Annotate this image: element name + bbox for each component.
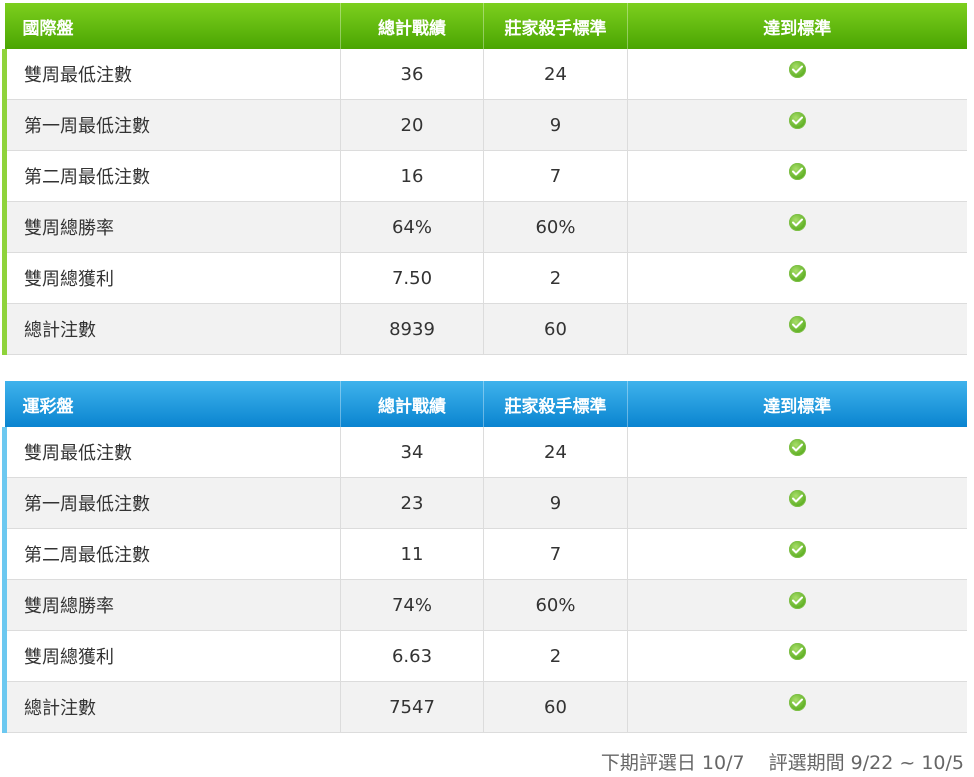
table-title: 國際盤 (4, 3, 341, 49)
row-label: 雙周總獲利 (2, 630, 341, 682)
table-row: 雙周總勝率 74% 60% (2, 579, 967, 631)
check-circle-icon (788, 592, 806, 609)
table-row: 雙周最低注數 34 24 (2, 427, 967, 478)
table-row: 第一周最低注數 20 9 (2, 99, 967, 151)
check-circle-icon (788, 643, 806, 660)
check-circle-icon (788, 541, 806, 558)
standard-cell: 60 (483, 303, 628, 355)
table-row: 雙周最低注數 36 24 (2, 49, 967, 100)
column-header-total: 總計戰績 (340, 381, 484, 427)
check-circle-icon (788, 694, 806, 711)
column-header-achieved: 達到標準 (627, 381, 967, 427)
row-label: 總計注數 (2, 303, 341, 355)
international-odds-table: 國際盤 總計戰績 莊家殺手標準 達到標準 雙周最低注數 36 24 第一周最低注數 20… (2, 3, 967, 355)
table-row: 第二周最低注數 11 7 (2, 528, 967, 580)
achieved-cell (627, 99, 967, 151)
table-header-row: 國際盤 總計戰績 莊家殺手標準 達到標準 (4, 3, 967, 49)
achieved-cell (627, 579, 967, 631)
achieved-cell (627, 252, 967, 304)
standard-cell: 60% (483, 579, 628, 631)
achieved-cell (627, 681, 967, 733)
achieved-cell (627, 528, 967, 580)
row-label: 第一周最低注數 (2, 477, 341, 529)
column-header-achieved: 達到標準 (627, 3, 967, 49)
check-circle-icon (788, 61, 806, 78)
sports-lottery-table: 運彩盤 總計戰績 莊家殺手標準 達到標準 雙周最低注數 34 24 第一周最低注數 23… (2, 381, 967, 733)
total-record-cell: 20 (340, 99, 484, 151)
column-header-total: 總計戰績 (340, 3, 484, 49)
standard-cell: 24 (483, 427, 628, 478)
check-circle-icon (788, 265, 806, 282)
selection-period: 評選期間 9/22 ~ 10/5 (768, 752, 964, 774)
total-record-cell: 34 (340, 427, 484, 478)
achieved-cell (627, 201, 967, 253)
total-record-cell: 74% (340, 579, 484, 631)
standard-cell: 9 (483, 477, 628, 529)
standard-cell: 60% (483, 201, 628, 253)
achieved-cell (627, 477, 967, 529)
check-circle-icon (788, 316, 806, 333)
achieved-cell (627, 303, 967, 355)
next-selection-date: 下期評選日 10/7 (600, 752, 745, 774)
achieved-cell (627, 49, 967, 100)
total-record-cell: 16 (340, 150, 484, 202)
column-header-standard: 莊家殺手標準 (483, 3, 628, 49)
standard-cell: 7 (483, 150, 628, 202)
row-label: 雙周總勝率 (2, 579, 341, 631)
row-label: 雙周總獲利 (2, 252, 341, 304)
column-header-standard: 莊家殺手標準 (483, 381, 628, 427)
row-label: 第一周最低注數 (2, 99, 341, 151)
row-label: 總計注數 (2, 681, 341, 733)
standard-cell: 7 (483, 528, 628, 580)
total-record-cell: 7.50 (340, 252, 484, 304)
total-record-cell: 64% (340, 201, 484, 253)
check-circle-icon (788, 439, 806, 456)
table-row: 總計注數 8939 60 (2, 303, 967, 355)
total-record-cell: 36 (340, 49, 484, 100)
total-record-cell: 6.63 (340, 630, 484, 682)
row-label: 第二周最低注數 (2, 150, 341, 202)
achieved-cell (627, 427, 967, 478)
row-label: 雙周最低注數 (2, 49, 341, 100)
table-row: 雙周總獲利 7.50 2 (2, 252, 967, 304)
check-circle-icon (788, 214, 806, 231)
table-row: 第二周最低注數 16 7 (2, 150, 967, 202)
standard-cell: 60 (483, 681, 628, 733)
footer-info: 下期評選日 10/7 評選期間 9/22 ~ 10/5 (583, 748, 964, 775)
total-record-cell: 7547 (340, 681, 484, 733)
standard-cell: 9 (483, 99, 628, 151)
table-row: 雙周總勝率 64% 60% (2, 201, 967, 253)
table-row: 總計注數 7547 60 (2, 681, 967, 733)
row-label: 第二周最低注數 (2, 528, 341, 580)
check-circle-icon (788, 490, 806, 507)
total-record-cell: 11 (340, 528, 484, 580)
check-circle-icon (788, 112, 806, 129)
standard-cell: 2 (483, 252, 628, 304)
standard-cell: 24 (483, 49, 628, 100)
check-circle-icon (788, 163, 806, 180)
total-record-cell: 8939 (340, 303, 484, 355)
achieved-cell (627, 150, 967, 202)
achieved-cell (627, 630, 967, 682)
table-header-row: 運彩盤 總計戰績 莊家殺手標準 達到標準 (4, 381, 967, 427)
table-row: 第一周最低注數 23 9 (2, 477, 967, 529)
table-title: 運彩盤 (4, 381, 341, 427)
table-row: 雙周總獲利 6.63 2 (2, 630, 967, 682)
row-label: 雙周總勝率 (2, 201, 341, 253)
total-record-cell: 23 (340, 477, 484, 529)
standard-cell: 2 (483, 630, 628, 682)
row-label: 雙周最低注數 (2, 427, 341, 478)
